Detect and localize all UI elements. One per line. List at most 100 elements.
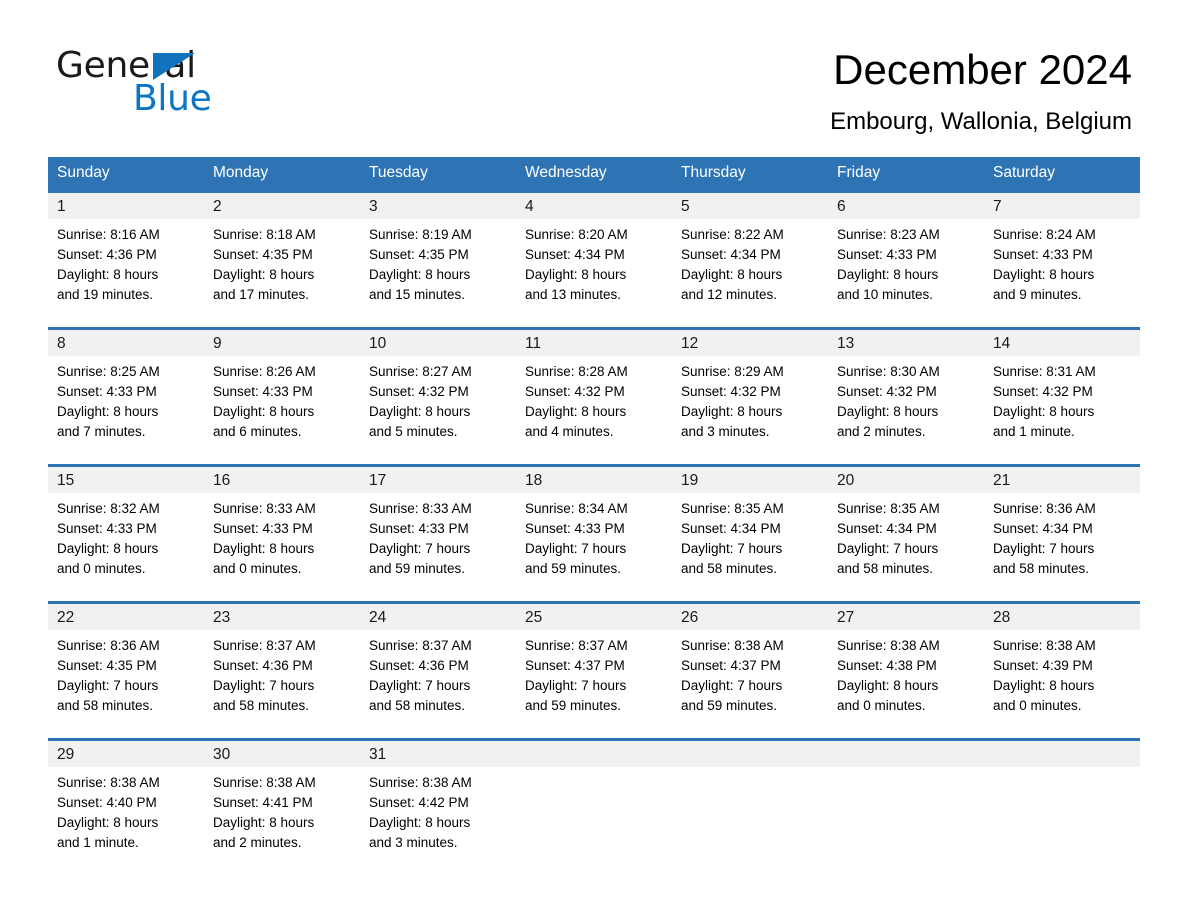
day-number[interactable]: 14 — [984, 330, 1140, 356]
day-number[interactable]: 22 — [48, 604, 204, 630]
day-number[interactable]: 17 — [360, 467, 516, 493]
day-number[interactable]: 27 — [828, 604, 984, 630]
daylight-text-line1: Daylight: 8 hours — [213, 541, 315, 556]
day-cell[interactable]: Sunrise: 8:30 AM Sunset: 4:32 PM Dayligh… — [828, 356, 984, 452]
sunset-text: Sunset: 4:32 PM — [369, 384, 469, 399]
day-cell[interactable]: Sunrise: 8:37 AM Sunset: 4:36 PM Dayligh… — [204, 630, 360, 726]
daylight-text-line1: Daylight: 8 hours — [213, 815, 315, 830]
page-title: December 2024 — [833, 46, 1132, 93]
calendar-week-row: 1 2 3 4 5 6 7 Sunrise: 8:16 AM Sunset: 4… — [48, 190, 1140, 315]
day-number[interactable]: 6 — [828, 193, 984, 219]
daylight-text-line2: and 17 minutes. — [213, 287, 310, 302]
day-number[interactable]: 21 — [984, 467, 1140, 493]
day-number[interactable]: 23 — [204, 604, 360, 630]
sunset-text: Sunset: 4:35 PM — [213, 247, 313, 262]
daylight-text-line2: and 58 minutes. — [837, 561, 934, 576]
day-cell[interactable]: Sunrise: 8:37 AM Sunset: 4:37 PM Dayligh… — [516, 630, 672, 726]
day-cell[interactable]: Sunrise: 8:34 AM Sunset: 4:33 PM Dayligh… — [516, 493, 672, 589]
daylight-text-line1: Daylight: 8 hours — [57, 815, 159, 830]
day-cell[interactable]: Sunrise: 8:24 AM Sunset: 4:33 PM Dayligh… — [984, 219, 1140, 315]
day-number[interactable]: 29 — [48, 741, 204, 767]
day-cell-empty — [828, 767, 984, 863]
day-number[interactable]: 24 — [360, 604, 516, 630]
day-number[interactable]: 25 — [516, 604, 672, 630]
daylight-text-line1: Daylight: 8 hours — [57, 541, 159, 556]
day-number[interactable]: 3 — [360, 193, 516, 219]
day-cell[interactable]: Sunrise: 8:31 AM Sunset: 4:32 PM Dayligh… — [984, 356, 1140, 452]
day-number[interactable]: 4 — [516, 193, 672, 219]
day-cell[interactable]: Sunrise: 8:38 AM Sunset: 4:39 PM Dayligh… — [984, 630, 1140, 726]
calendar-week-row: 29 30 31 Sunrise: 8:38 AM Sunset: 4:40 P… — [48, 738, 1140, 863]
daylight-text-line2: and 13 minutes. — [525, 287, 622, 302]
day-cell[interactable]: Sunrise: 8:29 AM Sunset: 4:32 PM Dayligh… — [672, 356, 828, 452]
daylight-text-line1: Daylight: 8 hours — [837, 267, 939, 282]
day-cell[interactable]: Sunrise: 8:38 AM Sunset: 4:42 PM Dayligh… — [360, 767, 516, 863]
day-cell[interactable]: Sunrise: 8:35 AM Sunset: 4:34 PM Dayligh… — [828, 493, 984, 589]
daylight-text-line2: and 58 minutes. — [369, 698, 466, 713]
generalblue-logo[interactable]: General Blue — [56, 46, 316, 119]
daylight-text-line1: Daylight: 8 hours — [993, 267, 1095, 282]
day-number[interactable]: 7 — [984, 193, 1140, 219]
daylight-text-line1: Daylight: 8 hours — [837, 678, 939, 693]
day-number[interactable]: 31 — [360, 741, 516, 767]
day-cell[interactable]: Sunrise: 8:22 AM Sunset: 4:34 PM Dayligh… — [672, 219, 828, 315]
sunrise-text: Sunrise: 8:23 AM — [837, 227, 940, 242]
day-number[interactable]: 15 — [48, 467, 204, 493]
day-cell[interactable]: Sunrise: 8:23 AM Sunset: 4:33 PM Dayligh… — [828, 219, 984, 315]
day-number[interactable]: 26 — [672, 604, 828, 630]
day-cell[interactable]: Sunrise: 8:32 AM Sunset: 4:33 PM Dayligh… — [48, 493, 204, 589]
day-cell[interactable]: Sunrise: 8:33 AM Sunset: 4:33 PM Dayligh… — [360, 493, 516, 589]
daylight-text-line2: and 19 minutes. — [57, 287, 154, 302]
day-cell[interactable]: Sunrise: 8:25 AM Sunset: 4:33 PM Dayligh… — [48, 356, 204, 452]
logo-triangle-icon — [153, 53, 195, 80]
day-number[interactable]: 18 — [516, 467, 672, 493]
day-number[interactable]: 9 — [204, 330, 360, 356]
day-number[interactable]: 10 — [360, 330, 516, 356]
daylight-text-line1: Daylight: 8 hours — [57, 267, 159, 282]
sunset-text: Sunset: 4:42 PM — [369, 795, 469, 810]
day-cell[interactable]: Sunrise: 8:19 AM Sunset: 4:35 PM Dayligh… — [360, 219, 516, 315]
day-cell[interactable]: Sunrise: 8:38 AM Sunset: 4:38 PM Dayligh… — [828, 630, 984, 726]
day-cell[interactable]: Sunrise: 8:26 AM Sunset: 4:33 PM Dayligh… — [204, 356, 360, 452]
day-cell[interactable]: Sunrise: 8:37 AM Sunset: 4:36 PM Dayligh… — [360, 630, 516, 726]
day-detail-row: Sunrise: 8:25 AM Sunset: 4:33 PM Dayligh… — [48, 356, 1140, 452]
day-number-band: 29 30 31 — [48, 741, 1140, 767]
daylight-text-line2: and 58 minutes. — [993, 561, 1090, 576]
day-cell[interactable]: Sunrise: 8:38 AM Sunset: 4:37 PM Dayligh… — [672, 630, 828, 726]
day-cell[interactable]: Sunrise: 8:36 AM Sunset: 4:34 PM Dayligh… — [984, 493, 1140, 589]
page-header: General Blue December 2024 Embourg, Wall… — [0, 0, 1188, 136]
day-number[interactable]: 19 — [672, 467, 828, 493]
day-number-empty — [672, 741, 828, 767]
daylight-text-line1: Daylight: 8 hours — [681, 267, 783, 282]
day-number[interactable]: 28 — [984, 604, 1140, 630]
sunset-text: Sunset: 4:34 PM — [681, 247, 781, 262]
day-number[interactable]: 13 — [828, 330, 984, 356]
day-number[interactable]: 5 — [672, 193, 828, 219]
sunset-text: Sunset: 4:36 PM — [213, 658, 313, 673]
sunset-text: Sunset: 4:32 PM — [993, 384, 1093, 399]
day-cell[interactable]: Sunrise: 8:35 AM Sunset: 4:34 PM Dayligh… — [672, 493, 828, 589]
daylight-text-line1: Daylight: 8 hours — [993, 404, 1095, 419]
day-cell[interactable]: Sunrise: 8:33 AM Sunset: 4:33 PM Dayligh… — [204, 493, 360, 589]
day-number[interactable]: 12 — [672, 330, 828, 356]
daylight-text-line2: and 58 minutes. — [681, 561, 778, 576]
sunset-text: Sunset: 4:34 PM — [993, 521, 1093, 536]
day-number[interactable]: 16 — [204, 467, 360, 493]
day-number[interactable]: 30 — [204, 741, 360, 767]
day-number[interactable]: 2 — [204, 193, 360, 219]
day-number[interactable]: 11 — [516, 330, 672, 356]
day-cell[interactable]: Sunrise: 8:27 AM Sunset: 4:32 PM Dayligh… — [360, 356, 516, 452]
day-cell[interactable]: Sunrise: 8:18 AM Sunset: 4:35 PM Dayligh… — [204, 219, 360, 315]
day-number[interactable]: 1 — [48, 193, 204, 219]
day-cell[interactable]: Sunrise: 8:38 AM Sunset: 4:40 PM Dayligh… — [48, 767, 204, 863]
day-cell[interactable]: Sunrise: 8:38 AM Sunset: 4:41 PM Dayligh… — [204, 767, 360, 863]
day-cell[interactable]: Sunrise: 8:20 AM Sunset: 4:34 PM Dayligh… — [516, 219, 672, 315]
daylight-text-line2: and 0 minutes. — [57, 561, 146, 576]
day-cell[interactable]: Sunrise: 8:16 AM Sunset: 4:36 PM Dayligh… — [48, 219, 204, 315]
day-number[interactable]: 20 — [828, 467, 984, 493]
sunrise-text: Sunrise: 8:36 AM — [57, 638, 160, 653]
day-cell-empty — [672, 767, 828, 863]
day-number[interactable]: 8 — [48, 330, 204, 356]
day-cell[interactable]: Sunrise: 8:36 AM Sunset: 4:35 PM Dayligh… — [48, 630, 204, 726]
day-cell[interactable]: Sunrise: 8:28 AM Sunset: 4:32 PM Dayligh… — [516, 356, 672, 452]
